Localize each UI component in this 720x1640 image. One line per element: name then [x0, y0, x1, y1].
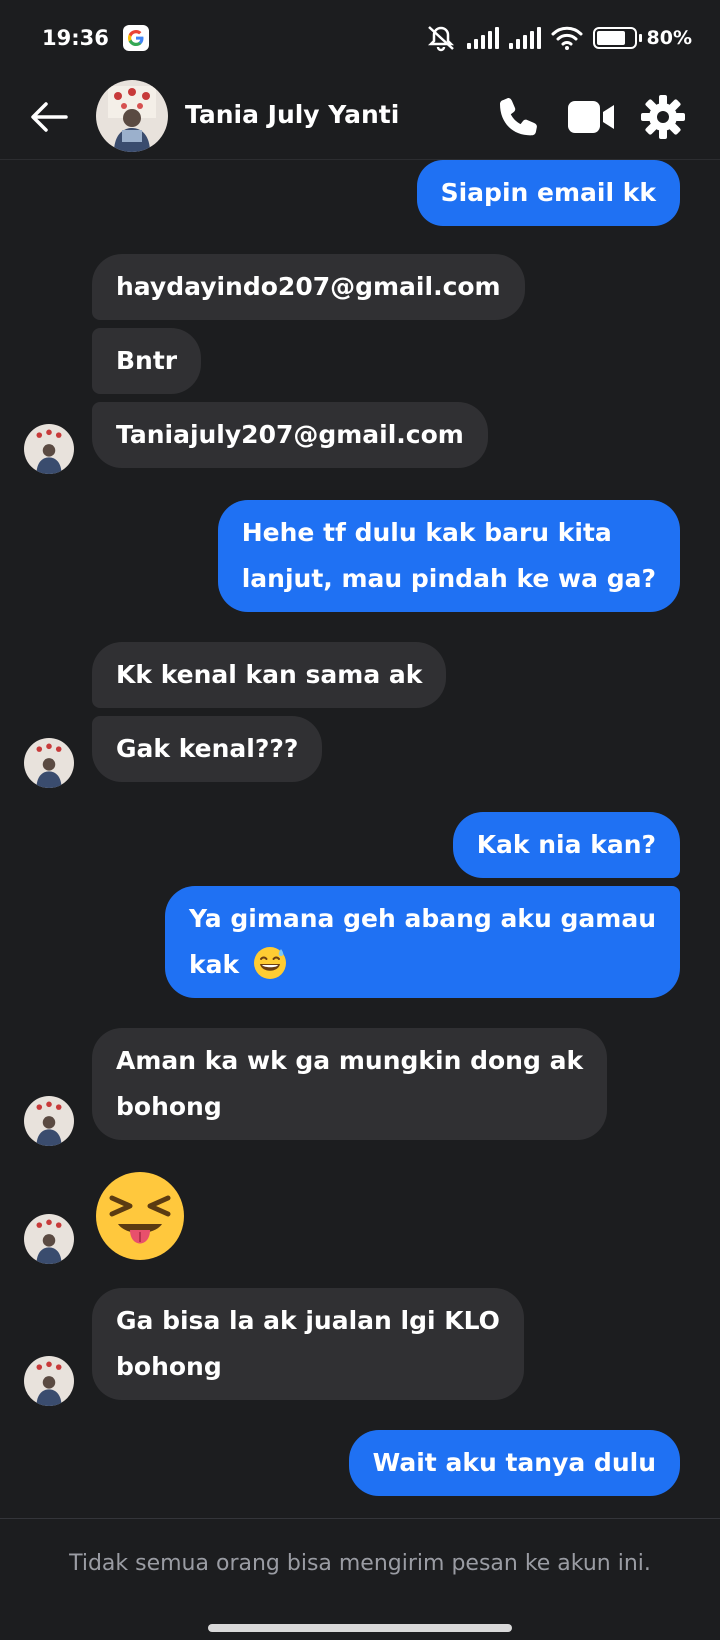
message-bubble-incoming[interactable]: Gak kenal???: [92, 716, 323, 782]
signal-icon: [508, 27, 541, 49]
squinting-face-with-tongue-emoji-icon[interactable]: [92, 1168, 188, 1264]
message-list[interactable]: Siapin email kk haydayindo207@gmail.com …: [0, 160, 720, 1518]
google-icon: [122, 25, 149, 51]
sweat-smile-emoji-icon: [253, 947, 286, 979]
sender-avatar[interactable]: [24, 1356, 74, 1406]
message-bubble-incoming[interactable]: Ga bisa la ak jualan lgi KLO bohong: [92, 1288, 524, 1400]
contact-avatar[interactable]: [96, 80, 168, 152]
message-bubble-outgoing[interactable]: Siapin email kk: [416, 160, 680, 226]
message-bubble-outgoing[interactable]: Ya gimana geh abang aku gamau kak: [164, 886, 680, 998]
video-call-icon[interactable]: [566, 92, 616, 142]
battery-percentage: 80%: [646, 27, 692, 49]
battery-icon: [592, 27, 642, 49]
message-bubble-incoming[interactable]: Bntr: [92, 328, 202, 394]
settings-gear-icon[interactable]: [638, 92, 688, 142]
signal-icon: [466, 27, 499, 49]
sender-avatar[interactable]: [24, 424, 74, 474]
mute-icon: [427, 26, 454, 52]
message-bubble-incoming[interactable]: Aman ka wk ga mungkin dong ak bohong: [92, 1028, 608, 1140]
home-indicator[interactable]: [208, 1624, 512, 1632]
message-bubble-incoming[interactable]: haydayindo207@gmail.com: [92, 254, 525, 320]
back-arrow-icon[interactable]: [28, 96, 70, 138]
status-time: 19:36: [42, 26, 109, 50]
status-bar: 19:36 80%: [0, 0, 720, 76]
message-bubble-outgoing[interactable]: Hehe tf dulu kak baru kita lanjut, mau p…: [217, 500, 680, 612]
sender-avatar[interactable]: [24, 738, 74, 788]
message-bubble-incoming[interactable]: Taniajuly207@gmail.com: [92, 402, 488, 468]
message-bubble-outgoing[interactable]: Wait aku tanya dulu: [348, 1430, 680, 1496]
message-bubble-outgoing[interactable]: Kak nia kan?: [452, 812, 680, 878]
message-bubble-incoming[interactable]: Kk kenal kan sama ak: [92, 642, 447, 708]
wifi-icon: [551, 26, 583, 50]
notice-text: Tidak semua orang bisa mengirim pesan ke…: [69, 1551, 651, 1576]
chat-header: Tania July Yanti: [0, 76, 720, 160]
messaging-restriction-notice: Tidak semua orang bisa mengirim pesan ke…: [0, 1518, 720, 1608]
contact-name[interactable]: Tania July Yanti: [185, 100, 399, 129]
sender-avatar[interactable]: [24, 1096, 74, 1146]
phone-call-icon[interactable]: [494, 92, 544, 142]
sender-avatar[interactable]: [24, 1214, 74, 1264]
